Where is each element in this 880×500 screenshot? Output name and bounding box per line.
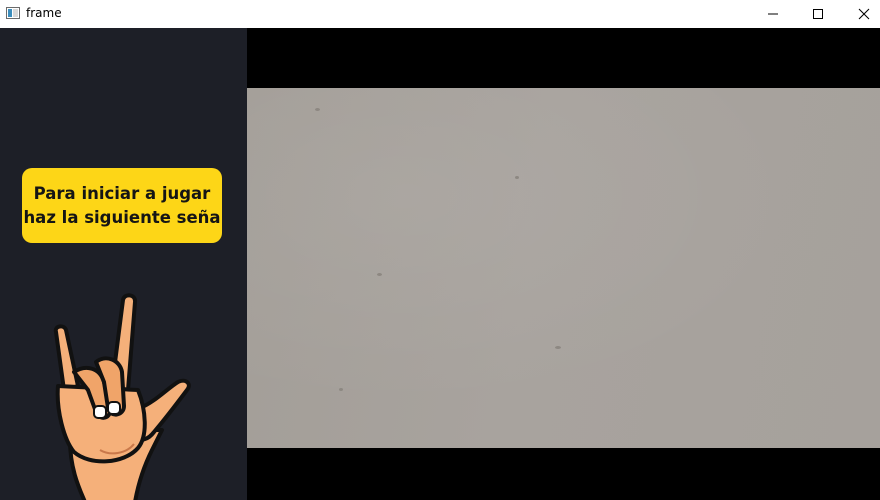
close-button[interactable] [841,0,880,28]
close-icon [858,8,870,20]
maximize-icon [813,9,823,19]
minimize-icon [768,13,778,15]
app-icon [6,7,20,19]
window-title: frame [26,6,62,20]
minimize-button[interactable] [750,0,796,28]
start-prompt-text: Para iniciar a jugar haz la siguiente se… [23,183,221,227]
camera-view [247,28,880,500]
title-bar: frame [0,0,880,28]
rock-horns-hand-icon [53,293,191,500]
maximize-button[interactable] [795,0,841,28]
camera-feed [247,88,880,448]
start-prompt: Para iniciar a jugar haz la siguiente se… [22,168,222,243]
instruction-panel: Para iniciar a jugar haz la siguiente se… [0,28,247,500]
